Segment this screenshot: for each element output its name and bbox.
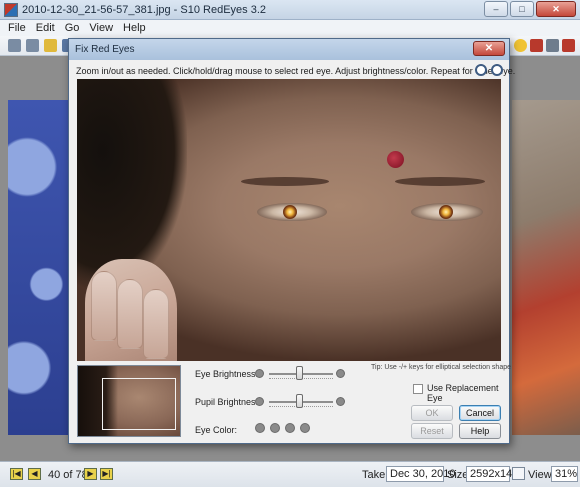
menu-bar: File Edit Go View Help: [0, 20, 580, 36]
image-info-icon[interactable]: [512, 467, 525, 480]
bindi-mark: [387, 151, 404, 168]
menu-go[interactable]: Go: [65, 22, 80, 34]
pupil-brightness-increase-icon[interactable]: [336, 397, 345, 406]
thumbnail-navigator[interactable]: [77, 365, 181, 437]
window-title: 2010-12-30_21-56-57_381.jpg - S10 RedEye…: [22, 4, 267, 16]
menu-view[interactable]: View: [89, 22, 113, 34]
use-replacement-eye-label: Use Replacement Eye: [427, 383, 499, 403]
use-replacement-eye-checkbox[interactable]: [413, 384, 423, 394]
help-button[interactable]: Help: [459, 423, 501, 439]
background-photo-left: [8, 100, 72, 435]
taken-value: Dec 30, 2010: [386, 466, 455, 482]
forward-icon[interactable]: [26, 39, 39, 52]
menu-edit[interactable]: Edit: [36, 22, 55, 34]
export-icon[interactable]: [562, 39, 575, 52]
finger: [143, 289, 169, 359]
pupil-brightness-decrease-icon[interactable]: [255, 397, 264, 406]
dialog-title-bar: Fix Red Eyes ✕: [69, 39, 509, 60]
eye-brightness-decrease-icon[interactable]: [255, 369, 264, 378]
window-controls: – □ ✕: [484, 1, 576, 18]
first-image-icon[interactable]: |◀: [10, 468, 23, 480]
menu-help[interactable]: Help: [123, 22, 146, 34]
main-title-bar: 2010-12-30_21-56-57_381.jpg - S10 RedEye…: [0, 0, 580, 20]
finger: [117, 279, 143, 349]
eye-color-swatch[interactable]: [270, 423, 280, 433]
left-pupil: [283, 205, 297, 219]
redeye-tool-icon[interactable]: [530, 39, 543, 52]
eye-color-swatch[interactable]: [285, 423, 295, 433]
open-folder-icon[interactable]: [44, 39, 57, 52]
left-eyebrow: [241, 177, 329, 186]
reset-button[interactable]: Reset: [411, 423, 453, 439]
image-counter: 40 of 78: [48, 469, 88, 481]
finger: [91, 271, 117, 341]
background-photo-right: [512, 100, 580, 435]
status-bar: |◀ ◀ 40 of 78 ▶ ▶| Taken: Dec 30, 2010 S…: [0, 461, 580, 487]
close-button[interactable]: ✕: [536, 1, 576, 17]
tip-text: Tip: Use -/+ keys for elliptical selecti…: [371, 364, 511, 371]
hair-region: [77, 79, 187, 289]
zoom-level: 31%: [551, 466, 578, 482]
size-value: 2592x1456: [466, 466, 524, 482]
next-image-icon[interactable]: ▶: [84, 468, 97, 480]
eye-brightness-increase-icon[interactable]: [336, 369, 345, 378]
maximize-button[interactable]: □: [510, 1, 534, 17]
ok-button[interactable]: OK: [411, 405, 453, 421]
back-icon[interactable]: [8, 39, 21, 52]
red-eye-preview-canvas[interactable]: [77, 79, 501, 361]
right-eyebrow: [395, 177, 485, 186]
app-icon: [4, 3, 18, 17]
fix-red-eyes-dialog: Fix Red Eyes ✕ Zoom in/out as needed. Cl…: [68, 38, 515, 444]
right-pupil: [439, 205, 453, 219]
brightness-icon[interactable]: [514, 39, 527, 52]
thumbnail-viewport-rect[interactable]: [102, 378, 176, 430]
menu-file[interactable]: File: [8, 22, 26, 34]
last-image-icon[interactable]: ▶|: [100, 468, 113, 480]
dialog-title: Fix Red Eyes: [75, 44, 135, 55]
pupil-brightness-label: Pupil Brightness: [195, 397, 261, 407]
dialog-close-button[interactable]: ✕: [473, 41, 505, 56]
zoom-out-icon[interactable]: [491, 64, 503, 76]
eye-brightness-label: Eye Brightness:: [195, 369, 259, 379]
instruction-text: Zoom in/out as needed. Click/hold/drag m…: [76, 66, 516, 76]
eye-color-label: Eye Color:: [195, 425, 238, 435]
minimize-button[interactable]: –: [484, 1, 508, 17]
print-icon[interactable]: [546, 39, 559, 52]
pupil-brightness-slider[interactable]: [296, 394, 303, 408]
eye-brightness-slider[interactable]: [296, 366, 303, 380]
cancel-button[interactable]: Cancel: [459, 405, 501, 421]
eye-color-swatch[interactable]: [300, 423, 310, 433]
prev-image-icon[interactable]: ◀: [28, 468, 41, 480]
eye-color-swatch[interactable]: [255, 423, 265, 433]
zoom-in-icon[interactable]: [475, 64, 487, 76]
